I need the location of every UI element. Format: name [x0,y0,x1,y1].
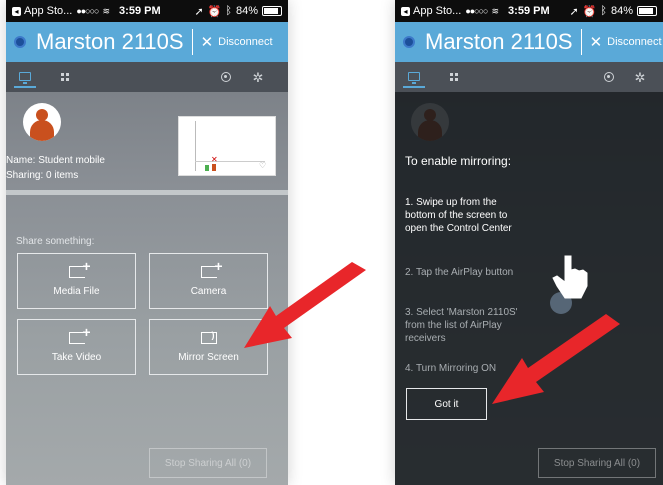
location-icon: ➚ [194,5,204,18]
add-media-icon [68,258,91,278]
camera-label: Camera [190,285,227,297]
battery-icon [637,6,657,16]
bluetooth-icon: ᛒ [225,5,232,17]
disconnect-button[interactable]: Disconnect [218,36,272,48]
room-name: Marston 2110S [425,29,573,54]
close-icon[interactable]: ✕ [590,33,603,51]
monitor-icon [19,71,31,84]
add-video-icon [68,324,91,344]
arrow-to-mirror-screen [244,262,366,348]
monitor-icon [408,71,420,84]
tab-bar: ✲ [395,62,663,92]
hand-pointer-icon [552,255,588,299]
title-bar: Marston 2110S ✕ Disconnect [395,22,663,62]
section-divider [6,190,288,195]
mirroring-help-overlay: To enable mirroring: 1. Swipe up from th… [395,92,663,485]
screen-preview-thumbnail[interactable]: ✕ ♡ [178,116,276,176]
tab-web[interactable] [215,66,237,88]
title-divider [580,29,582,55]
signal-strength: ●●○○○ [76,6,99,16]
back-app-icon[interactable]: ◂ [12,6,21,16]
user-name: Student mobile [38,155,105,166]
battery-icon [262,6,282,16]
clock: 3:59 PM [119,5,161,17]
add-camera-icon [200,258,223,278]
globe-icon [221,72,231,82]
close-icon[interactable]: ✕ [201,33,214,51]
signal-strength: ●●○○○ [465,6,488,16]
room-name: Marston 2110S [36,29,184,54]
alarm-icon: ⏰ [582,5,597,18]
title-divider [191,29,193,55]
grid-icon [61,73,69,81]
help-step-2: 2. Tap the AirPlay button [405,267,514,278]
share-section-title: Share something: [16,236,95,247]
tab-settings[interactable]: ✲ [247,66,269,88]
mirror-screen-label: Mirror Screen [178,351,239,363]
mirroring-help-heading: To enable mirroring: [405,154,512,168]
room-logo-icon [14,36,26,48]
arrow-to-got-it [492,314,620,404]
take-video-button[interactable]: Take Video [17,319,136,375]
user-name-line: Name: Student mobile [6,155,105,166]
sharing-status: Sharing: 0 items [6,170,79,181]
tab-layout[interactable] [443,66,465,88]
tab-bar: ✲ [6,62,288,92]
tab-settings[interactable]: ✲ [629,66,651,88]
tab-layout[interactable] [54,66,76,88]
take-video-label: Take Video [51,351,102,363]
wifi-icon: ≋ [102,5,110,16]
gear-icon: ✲ [634,69,646,85]
stop-sharing-all-button[interactable]: Stop Sharing All (0) [538,448,656,478]
disconnect-button[interactable]: Disconnect [607,36,661,48]
location-icon: ➚ [569,5,579,18]
got-it-button[interactable]: Got it [406,388,487,420]
globe-icon [604,72,614,82]
room-logo-icon [403,36,415,48]
status-bar: ◂ App Sto... ●●○○○ ≋ 3:59 PM ➚ ⏰ ᛒ 84% [395,0,663,22]
avatar [23,103,61,141]
back-app-label[interactable]: App Sto... [24,5,72,17]
phone-mirroring-help: ◂ App Sto... ●●○○○ ≋ 3:59 PM ➚ ⏰ ᛒ 84% M… [395,0,663,485]
battery-percent: 84% [235,5,258,17]
grid-icon [450,73,458,81]
stop-sharing-all-button[interactable]: Stop Sharing All (0) [149,448,267,478]
title-bar: Marston 2110S ✕ Disconnect [6,22,288,62]
gear-icon: ✲ [252,69,264,85]
airplay-icon [200,330,217,344]
alarm-icon: ⏰ [207,5,222,18]
bluetooth-icon: ᛒ [600,5,607,17]
tab-screen[interactable] [14,66,36,88]
back-app-icon[interactable]: ◂ [401,6,410,16]
media-file-label: Media File [53,285,100,297]
wifi-icon: ≋ [491,5,499,16]
clock: 3:59 PM [508,5,550,17]
tab-web[interactable] [598,66,620,88]
battery-percent: 84% [610,5,633,17]
status-bar: ◂ App Sto... ●●○○○ ≋ 3:59 PM ➚ ⏰ ᛒ 84% [6,0,288,22]
back-app-label[interactable]: App Sto... [413,5,461,17]
help-step-1: 1. Swipe up from the bottom of the scree… [405,197,512,234]
tab-screen[interactable] [403,66,425,88]
sharing-count: 0 [46,170,52,181]
media-file-button[interactable]: Media File [17,253,136,309]
phone-screen-share: ◂ App Sto... ●●○○○ ≋ 3:59 PM ➚ ⏰ ᛒ 84% M… [6,0,288,485]
